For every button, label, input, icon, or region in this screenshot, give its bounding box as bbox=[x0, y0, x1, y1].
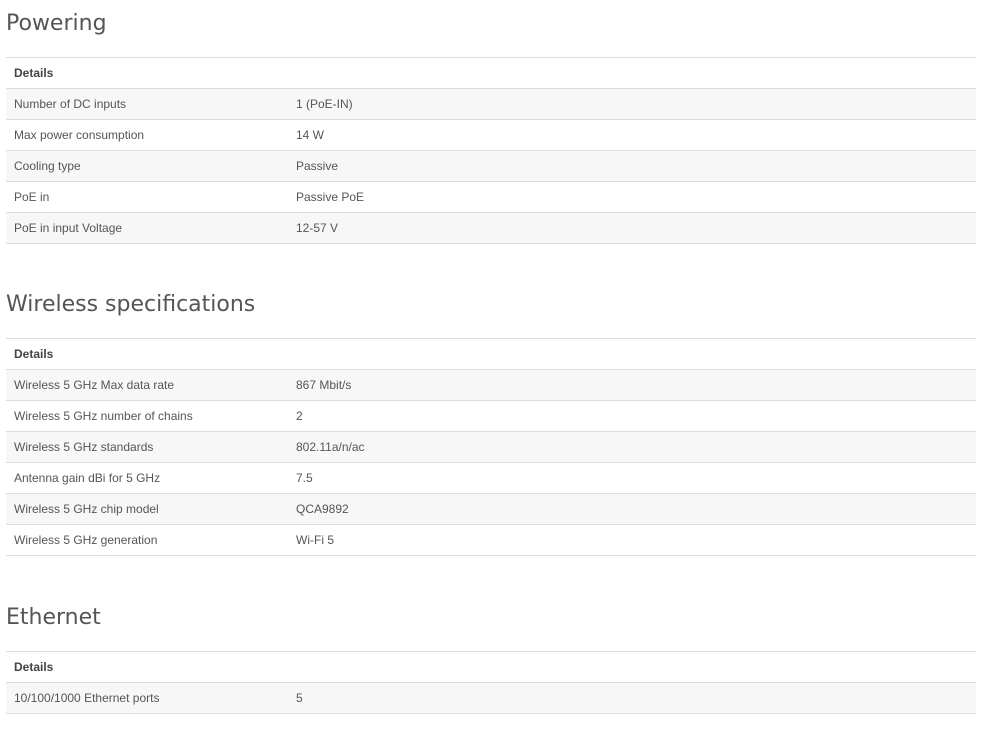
table-header-details: Details bbox=[6, 651, 976, 683]
spec-label: Cooling type bbox=[6, 150, 296, 182]
powering-spec-table: Details Number of DC inputs 1 (PoE-IN) M… bbox=[6, 57, 976, 244]
spec-value: Passive bbox=[296, 150, 976, 182]
table-row: PoE in Passive PoE bbox=[6, 181, 976, 213]
table-header-row: Details bbox=[6, 651, 976, 683]
table-row: Number of DC inputs 1 (PoE-IN) bbox=[6, 88, 976, 120]
spec-label: Antenna gain dBi for 5 GHz bbox=[6, 462, 296, 494]
wireless-spec-table: Details Wireless 5 GHz Max data rate 867… bbox=[6, 338, 976, 556]
table-row: Wireless 5 GHz Max data rate 867 Mbit/s bbox=[6, 369, 976, 401]
spec-label: PoE in bbox=[6, 181, 296, 213]
spec-value: 5 bbox=[296, 682, 976, 714]
table-header-details: Details bbox=[6, 338, 976, 370]
spec-label: Wireless 5 GHz Max data rate bbox=[6, 369, 296, 401]
table-header-row: Details bbox=[6, 57, 976, 89]
spec-value: Wi-Fi 5 bbox=[296, 524, 976, 556]
table-header-row: Details bbox=[6, 338, 976, 370]
table-row: Max power consumption 14 W bbox=[6, 119, 976, 151]
table-row: Wireless 5 GHz number of chains 2 bbox=[6, 400, 976, 432]
table-row: PoE in input Voltage 12-57 V bbox=[6, 212, 976, 244]
table-row: Antenna gain dBi for 5 GHz 7.5 bbox=[6, 462, 976, 494]
table-row: Wireless 5 GHz standards 802.11a/n/ac bbox=[6, 431, 976, 463]
spec-label: Wireless 5 GHz chip model bbox=[6, 493, 296, 525]
spec-label: Max power consumption bbox=[6, 119, 296, 151]
spec-value: QCA9892 bbox=[296, 493, 976, 525]
spec-value: 802.11a/n/ac bbox=[296, 431, 976, 463]
spec-label: PoE in input Voltage bbox=[6, 212, 296, 244]
table-row: Wireless 5 GHz chip model QCA9892 bbox=[6, 493, 976, 525]
spec-value: 867 Mbit/s bbox=[296, 369, 976, 401]
section-title-powering: Powering bbox=[6, 11, 107, 36]
spec-value: 14 W bbox=[296, 119, 976, 151]
table-header-details: Details bbox=[6, 57, 976, 89]
spec-value: 1 (PoE-IN) bbox=[296, 88, 976, 120]
spec-value: Passive PoE bbox=[296, 181, 976, 213]
spec-label: Wireless 5 GHz generation bbox=[6, 524, 296, 556]
spec-label: 10/100/1000 Ethernet ports bbox=[6, 682, 296, 714]
spec-label: Number of DC inputs bbox=[6, 88, 296, 120]
table-row: Wireless 5 GHz generation Wi-Fi 5 bbox=[6, 524, 976, 556]
section-title-wireless: Wireless specifications bbox=[6, 292, 256, 317]
spec-label: Wireless 5 GHz number of chains bbox=[6, 400, 296, 432]
ethernet-spec-table: Details 10/100/1000 Ethernet ports 5 bbox=[6, 651, 976, 714]
section-title-ethernet: Ethernet bbox=[6, 605, 101, 630]
table-row: 10/100/1000 Ethernet ports 5 bbox=[6, 682, 976, 714]
table-row: Cooling type Passive bbox=[6, 150, 976, 182]
spec-value: 7.5 bbox=[296, 462, 976, 494]
spec-value: 2 bbox=[296, 400, 976, 432]
spec-value: 12-57 V bbox=[296, 212, 976, 244]
spec-label: Wireless 5 GHz standards bbox=[6, 431, 296, 463]
